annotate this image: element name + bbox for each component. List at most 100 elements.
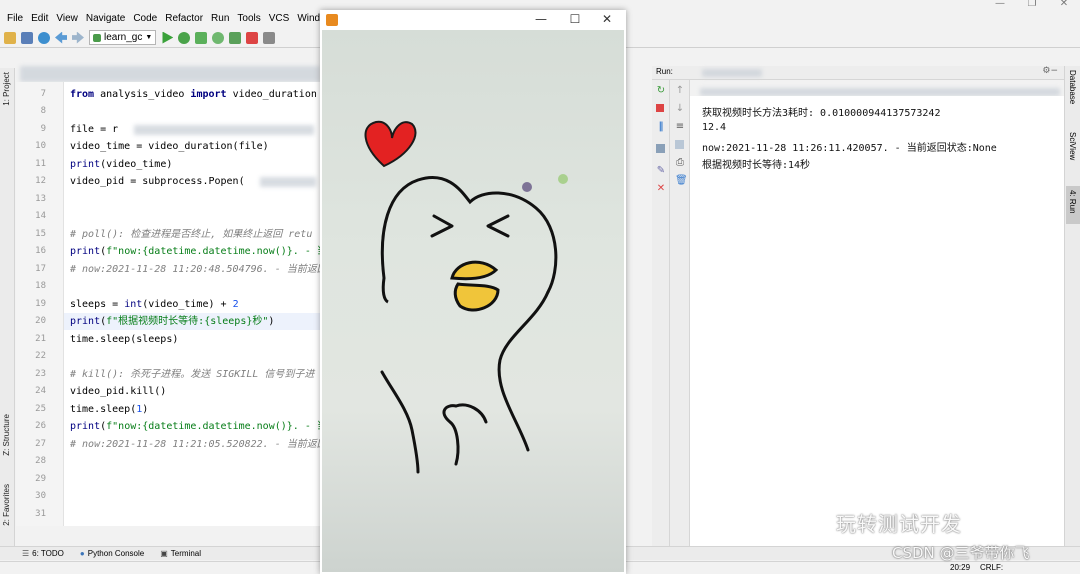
neck-left [381,277,389,304]
favorites-tool-tab[interactable]: 2: Favorites [2,484,11,526]
body-left [380,370,420,474]
minimize-icon[interactable]: — [526,12,556,26]
python-console-tab[interactable]: ● Python Console [80,549,144,558]
run-command-redacted [700,88,1060,96]
ide-title-bar: — ❐ ✕ [0,0,1080,10]
line-number: 17 [35,264,46,274]
code-comment: # kill(): 杀死子进程。发送 SIGKILL 信号到子进 [70,369,315,380]
wing-tail [454,403,488,424]
menu-run[interactable]: Run [207,10,233,28]
run-tool-tab[interactable]: 4: Run [1068,190,1077,214]
arrow-down-icon[interactable]: ↓ [675,104,685,114]
run-configuration-select[interactable]: learn_gc ▼ [89,30,157,45]
menu-tools[interactable]: Tools [233,10,264,28]
line-number: 25 [35,404,46,414]
scroll-to-end-icon[interactable] [675,140,684,149]
todo-tab-label: 6: TODO [32,549,64,558]
run-toolbar-secondary: ↑ ↓ ≡ ⎙ 🗑 [670,80,690,546]
editor-tabs-redacted [20,66,320,82]
coverage-icon[interactable] [195,31,208,44]
database-tool-tab[interactable]: Database [1068,70,1077,104]
code-text: file = r [70,124,119,135]
menu-refactor[interactable]: Refactor [161,10,207,28]
line-number: 23 [35,369,46,379]
console-line: 获取视频时长方法3耗时: 0.010000944137573242 [702,108,941,119]
forward-icon[interactable] [72,31,84,44]
structure-tool-tab[interactable]: Z: Structure [2,414,11,456]
right-eye [486,214,510,238]
image-viewer-titlebar: — ☐ ✕ [320,10,626,30]
watermark-title: 玩转测试开发 [836,512,962,536]
close-icon[interactable]: ✕ [592,12,622,26]
python-console-label: Python Console [87,549,145,558]
maximize-icon[interactable]: ☐ [560,12,590,26]
left-tool-strip: 1: Project Z: Structure 2: Favorites [0,68,15,546]
stop-icon[interactable] [246,31,259,44]
code-text: print(video_time) [70,159,173,170]
minimize-icon[interactable]: — [984,0,1016,9]
open-folder-icon[interactable] [4,31,16,44]
ide-window-controls: — ❐ ✕ [984,0,1080,9]
debug-icon[interactable] [178,31,191,44]
caret-position[interactable]: 20:29 [950,563,970,572]
redacted-path [134,125,314,135]
redacted-args [260,177,316,187]
code-text: time.sleep(sleeps) [70,334,179,345]
menu-view[interactable]: View [52,10,82,28]
line-number: 15 [35,229,46,239]
menu-file[interactable]: File [3,10,27,28]
watermark-author: CSDN @三爷带你飞 [892,544,1030,562]
settings-icon[interactable] [263,31,276,44]
pause-icon[interactable]: ‖ [656,122,666,132]
right-tool-strip: Database SciView 4: Run [1064,66,1080,546]
menu-vcs[interactable]: VCS [265,10,294,28]
editor-gutter: 7 8 9 10 11 12 13 14 15 16 17 18 19 20 2… [16,82,64,526]
code-line-current: print(f"根据视频时长等待:{sleeps}秒") [64,313,322,330]
terminal-tab[interactable]: ▣ Terminal [160,549,201,558]
left-eye [430,214,454,238]
print-icon[interactable]: ⎙ [675,158,685,168]
line-number: 18 [35,281,46,291]
line-number: 16 [35,246,46,256]
menu-edit[interactable]: Edit [27,10,52,28]
soft-wrap-icon[interactable]: ≡ [675,122,685,132]
run-tab-redacted[interactable] [702,69,762,77]
code-text: print(f"now:{datetime.datetime.now()}. -… [70,246,322,257]
line-separator[interactable]: CRLF: [980,563,1003,572]
chevron-down-icon: ▼ [145,34,153,41]
list-icon: ☰ [22,549,30,558]
run-panel-header: Run: ⚙− [652,66,1064,80]
code-text: print(f"根据视频时长等待:{sleeps}秒") [70,316,275,327]
restore-icon[interactable]: ❐ [1016,0,1048,9]
profile-icon[interactable] [212,31,225,44]
todo-tab[interactable]: ☰ 6: TODO [22,549,64,558]
menu-navigate[interactable]: Navigate [82,10,129,28]
run-console-output[interactable]: 获取视频时长方法3耗时: 0.010000944137573242 12.4 n… [690,96,1064,546]
run-icon[interactable] [162,31,174,44]
run-toolbar-primary: ↻ ‖ ✎ ✕ [652,80,670,546]
close-icon[interactable]: ✕ [656,184,666,194]
console-line: 12.4 [702,122,727,133]
image-canvas [322,30,624,572]
line-number: 28 [35,456,46,466]
dump-threads-icon[interactable] [656,144,665,153]
line-number: 27 [35,439,46,449]
stop-icon[interactable] [656,104,664,112]
back-icon[interactable] [55,31,67,44]
line-number: 30 [35,491,46,501]
code-line: file = r [64,121,322,138]
close-icon[interactable]: ✕ [1048,0,1080,9]
project-tool-tab[interactable]: 1: Project [2,72,11,106]
arrow-up-icon[interactable]: ↑ [675,86,685,96]
save-icon[interactable] [21,31,33,44]
concurrency-icon[interactable] [229,31,242,44]
pin-icon[interactable]: ✎ [656,166,666,176]
menu-code[interactable]: Code [129,10,161,28]
gear-icon[interactable]: ⚙− [1042,66,1058,76]
sync-icon[interactable] [38,31,50,44]
sciview-tool-tab[interactable]: SciView [1068,132,1077,160]
code-editor[interactable]: from analysis_video import video_duratio… [64,82,322,526]
rerun-icon[interactable]: ↻ [656,86,666,96]
trash-icon[interactable]: 🗑 [675,176,688,186]
code-line: from analysis_video import video_duratio… [64,86,322,103]
